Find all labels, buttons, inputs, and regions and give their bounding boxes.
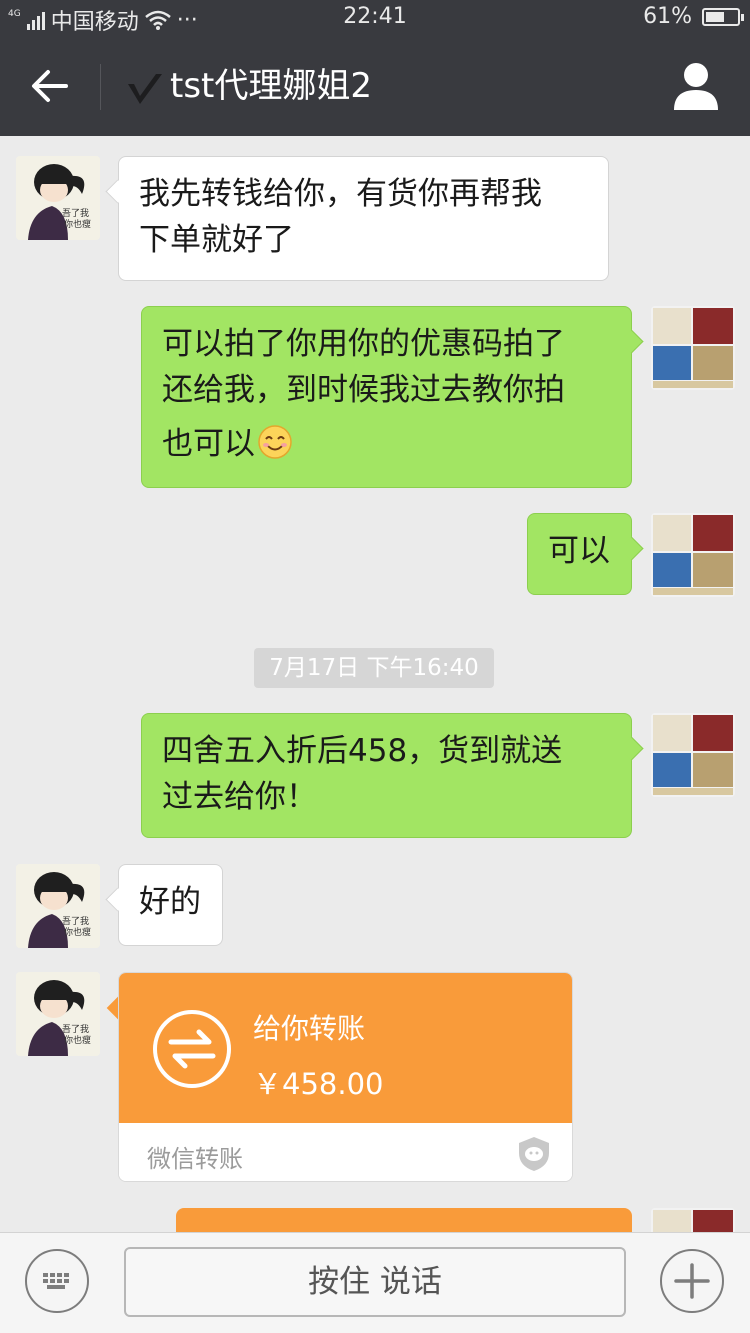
svg-text:吾了我: 吾了我 bbox=[62, 208, 89, 219]
transfer-title: 给你转账 bbox=[253, 1012, 366, 1045]
message-timestamp: 7月17日 下午16:40 bbox=[254, 648, 494, 688]
message-text: 好的 bbox=[139, 884, 201, 920]
contact-avatar[interactable]: 吾了我 你也瘦 bbox=[16, 972, 100, 1056]
plus-button[interactable] bbox=[660, 1249, 724, 1313]
message-list[interactable]: 吾了我 你也瘦 我先转钱给你，有货你再帮我 下单就好了 可以拍了你用你的优惠码拍… bbox=[0, 136, 750, 1232]
status-time: 22:41 bbox=[343, 4, 407, 29]
svg-text:你也瘦: 你也瘦 bbox=[64, 218, 91, 230]
smile-emoji-icon bbox=[258, 425, 292, 459]
transfer-card-footer: 微信转账 bbox=[119, 1123, 572, 1181]
battery-icon bbox=[702, 7, 744, 26]
plus-icon bbox=[674, 1263, 710, 1299]
input-bar: 按住 说话 bbox=[0, 1232, 750, 1333]
chat-title: tst代理娜姐2 bbox=[170, 66, 373, 106]
contact-avatar[interactable]: 吾了我 你也瘦 bbox=[16, 864, 100, 948]
message-text: 也可以 bbox=[162, 426, 255, 462]
battery-percent: 61% bbox=[643, 4, 692, 29]
message-text: 四舍五入折后458，货到就送 bbox=[162, 733, 563, 769]
arrow-left-icon bbox=[32, 70, 68, 102]
message-bubble-incoming[interactable]: 我先转钱给你，有货你再帮我 下单就好了 bbox=[118, 156, 609, 281]
message-line: 也可以 bbox=[162, 421, 611, 467]
svg-text:吾了我: 吾了我 bbox=[62, 916, 89, 927]
header-divider bbox=[100, 64, 101, 110]
collage-avatar-image bbox=[651, 306, 735, 390]
status-right: 61% bbox=[643, 4, 744, 29]
keyboard-icon bbox=[43, 1273, 69, 1289]
status-bar: 4G 中国移动 ··· 22:41 61% bbox=[0, 0, 750, 36]
message-text: 过去给你！ bbox=[162, 779, 317, 815]
brand-check-icon bbox=[128, 74, 162, 104]
svg-text:吾了我: 吾了我 bbox=[62, 1024, 89, 1035]
my-avatar[interactable] bbox=[651, 306, 735, 390]
collage-avatar-image bbox=[651, 713, 735, 797]
transfer-footer-label: 微信转账 bbox=[147, 1145, 243, 1173]
person-icon[interactable] bbox=[670, 60, 722, 112]
message-bubble-outgoing[interactable]: 可以拍了你用你的优惠码拍了 还给我，到时候我过去教你拍 也可以 bbox=[141, 306, 632, 488]
my-avatar[interactable] bbox=[651, 513, 735, 597]
contact-avatar[interactable]: 吾了我 你也瘦 bbox=[16, 156, 100, 240]
svg-text:你也瘦: 你也瘦 bbox=[64, 926, 91, 938]
message-text: 可以 bbox=[548, 533, 610, 569]
message-text: 可以拍了你用你的优惠码拍了 bbox=[162, 326, 565, 362]
my-avatar[interactable] bbox=[651, 1208, 735, 1232]
collage-avatar-image bbox=[651, 513, 735, 597]
my-avatar[interactable] bbox=[651, 713, 735, 797]
transfer-arrows-icon bbox=[153, 1010, 231, 1088]
svg-text:你也瘦: 你也瘦 bbox=[64, 1034, 91, 1046]
message-bubble-outgoing[interactable]: 四舍五入折后458，货到就送 过去给你！ bbox=[141, 713, 632, 838]
hold-to-talk-button[interactable]: 按住 说话 bbox=[124, 1247, 626, 1317]
chat-header: tst代理娜姐2 bbox=[0, 36, 750, 136]
girl-avatar-image: 吾了我 你也瘦 bbox=[16, 972, 100, 1056]
shield-icon bbox=[519, 1137, 549, 1171]
transfer-card[interactable]: 给你转账 ￥458.00 微信转账 bbox=[118, 972, 573, 1182]
back-button[interactable] bbox=[20, 56, 80, 116]
transfer-card-top: 给你转账 ￥458.00 bbox=[119, 973, 572, 1123]
girl-avatar-image: 吾了我 你也瘦 bbox=[16, 156, 100, 240]
message-text: 还给我，到时候我过去教你拍 bbox=[162, 372, 565, 408]
girl-avatar-image: 吾了我 你也瘦 bbox=[16, 864, 100, 948]
collage-avatar-image bbox=[651, 1208, 735, 1232]
message-bubble-incoming[interactable]: 好的 bbox=[118, 864, 223, 946]
keyboard-button[interactable] bbox=[25, 1249, 89, 1313]
message-text: 我先转钱给你，有货你再帮我 bbox=[139, 176, 542, 212]
message-bubble-outgoing[interactable]: 可以 bbox=[527, 513, 632, 595]
transfer-amount: ￥458.00 bbox=[253, 1067, 384, 1101]
message-text: 下单就好了 bbox=[139, 222, 294, 258]
transfer-card-partial[interactable] bbox=[176, 1208, 632, 1232]
